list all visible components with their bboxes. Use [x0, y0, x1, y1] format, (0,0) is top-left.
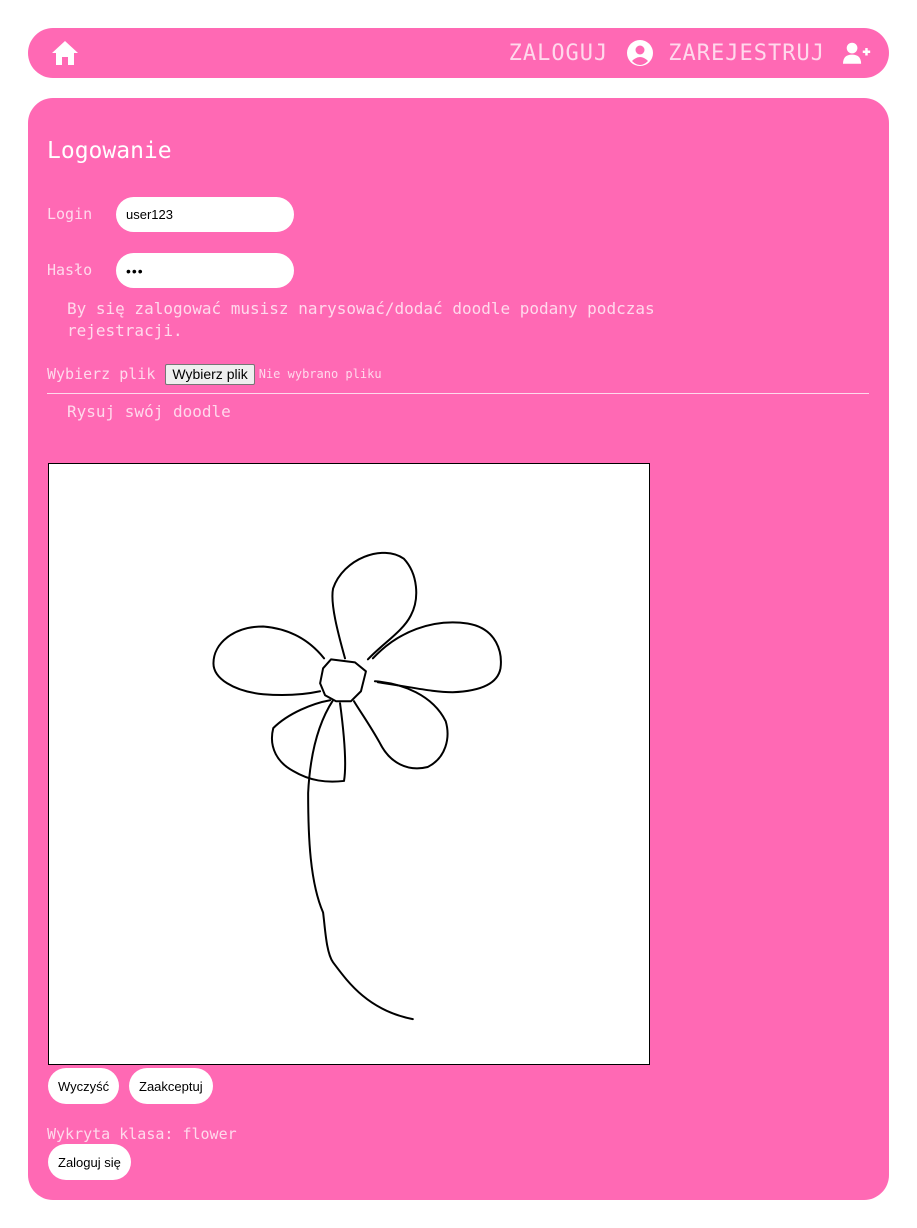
user-circle-icon[interactable] [626, 39, 654, 67]
page-title: Logowanie [47, 138, 172, 164]
submit-login-button[interactable]: Zaloguj się [48, 1144, 131, 1180]
user-plus-icon[interactable] [843, 39, 871, 67]
password-input[interactable] [116, 253, 294, 288]
detected-class-text: Wykryta klasa: flower [47, 1125, 237, 1143]
login-label: Login [47, 205, 93, 223]
file-upload-row: Wybierz plik Wybierz plik Nie wybrano pl… [47, 363, 382, 385]
accept-button[interactable]: Zaakceptuj [129, 1068, 213, 1104]
top-navbar: ZALOGUJ ZAREJESTRUJ [28, 28, 889, 78]
draw-title: Rysuj swój doodle [67, 402, 231, 421]
flower-doodle [212, 551, 502, 1021]
file-status: Nie wybrano pliku [258, 367, 382, 381]
clear-button[interactable]: Wyczyść [48, 1068, 120, 1104]
home-icon[interactable] [50, 39, 80, 67]
file-label: Wybierz plik [47, 365, 156, 383]
password-label: Hasło [47, 261, 93, 279]
divider [47, 393, 869, 394]
login-input[interactable] [116, 197, 294, 232]
nav-register-link[interactable]: ZAREJESTRUJ [668, 41, 825, 66]
choose-file-button[interactable]: Wybierz plik [165, 363, 255, 385]
doodle-canvas[interactable] [48, 463, 650, 1065]
login-info-text: By się zalogować musisz narysować/dodać … [67, 299, 655, 340]
login-panel: Logowanie Login Hasło By się zalogować m… [28, 98, 889, 1200]
nav-login-link[interactable]: ZALOGUJ [509, 41, 609, 66]
nav-links: ZALOGUJ ZAREJESTRUJ [509, 28, 871, 78]
